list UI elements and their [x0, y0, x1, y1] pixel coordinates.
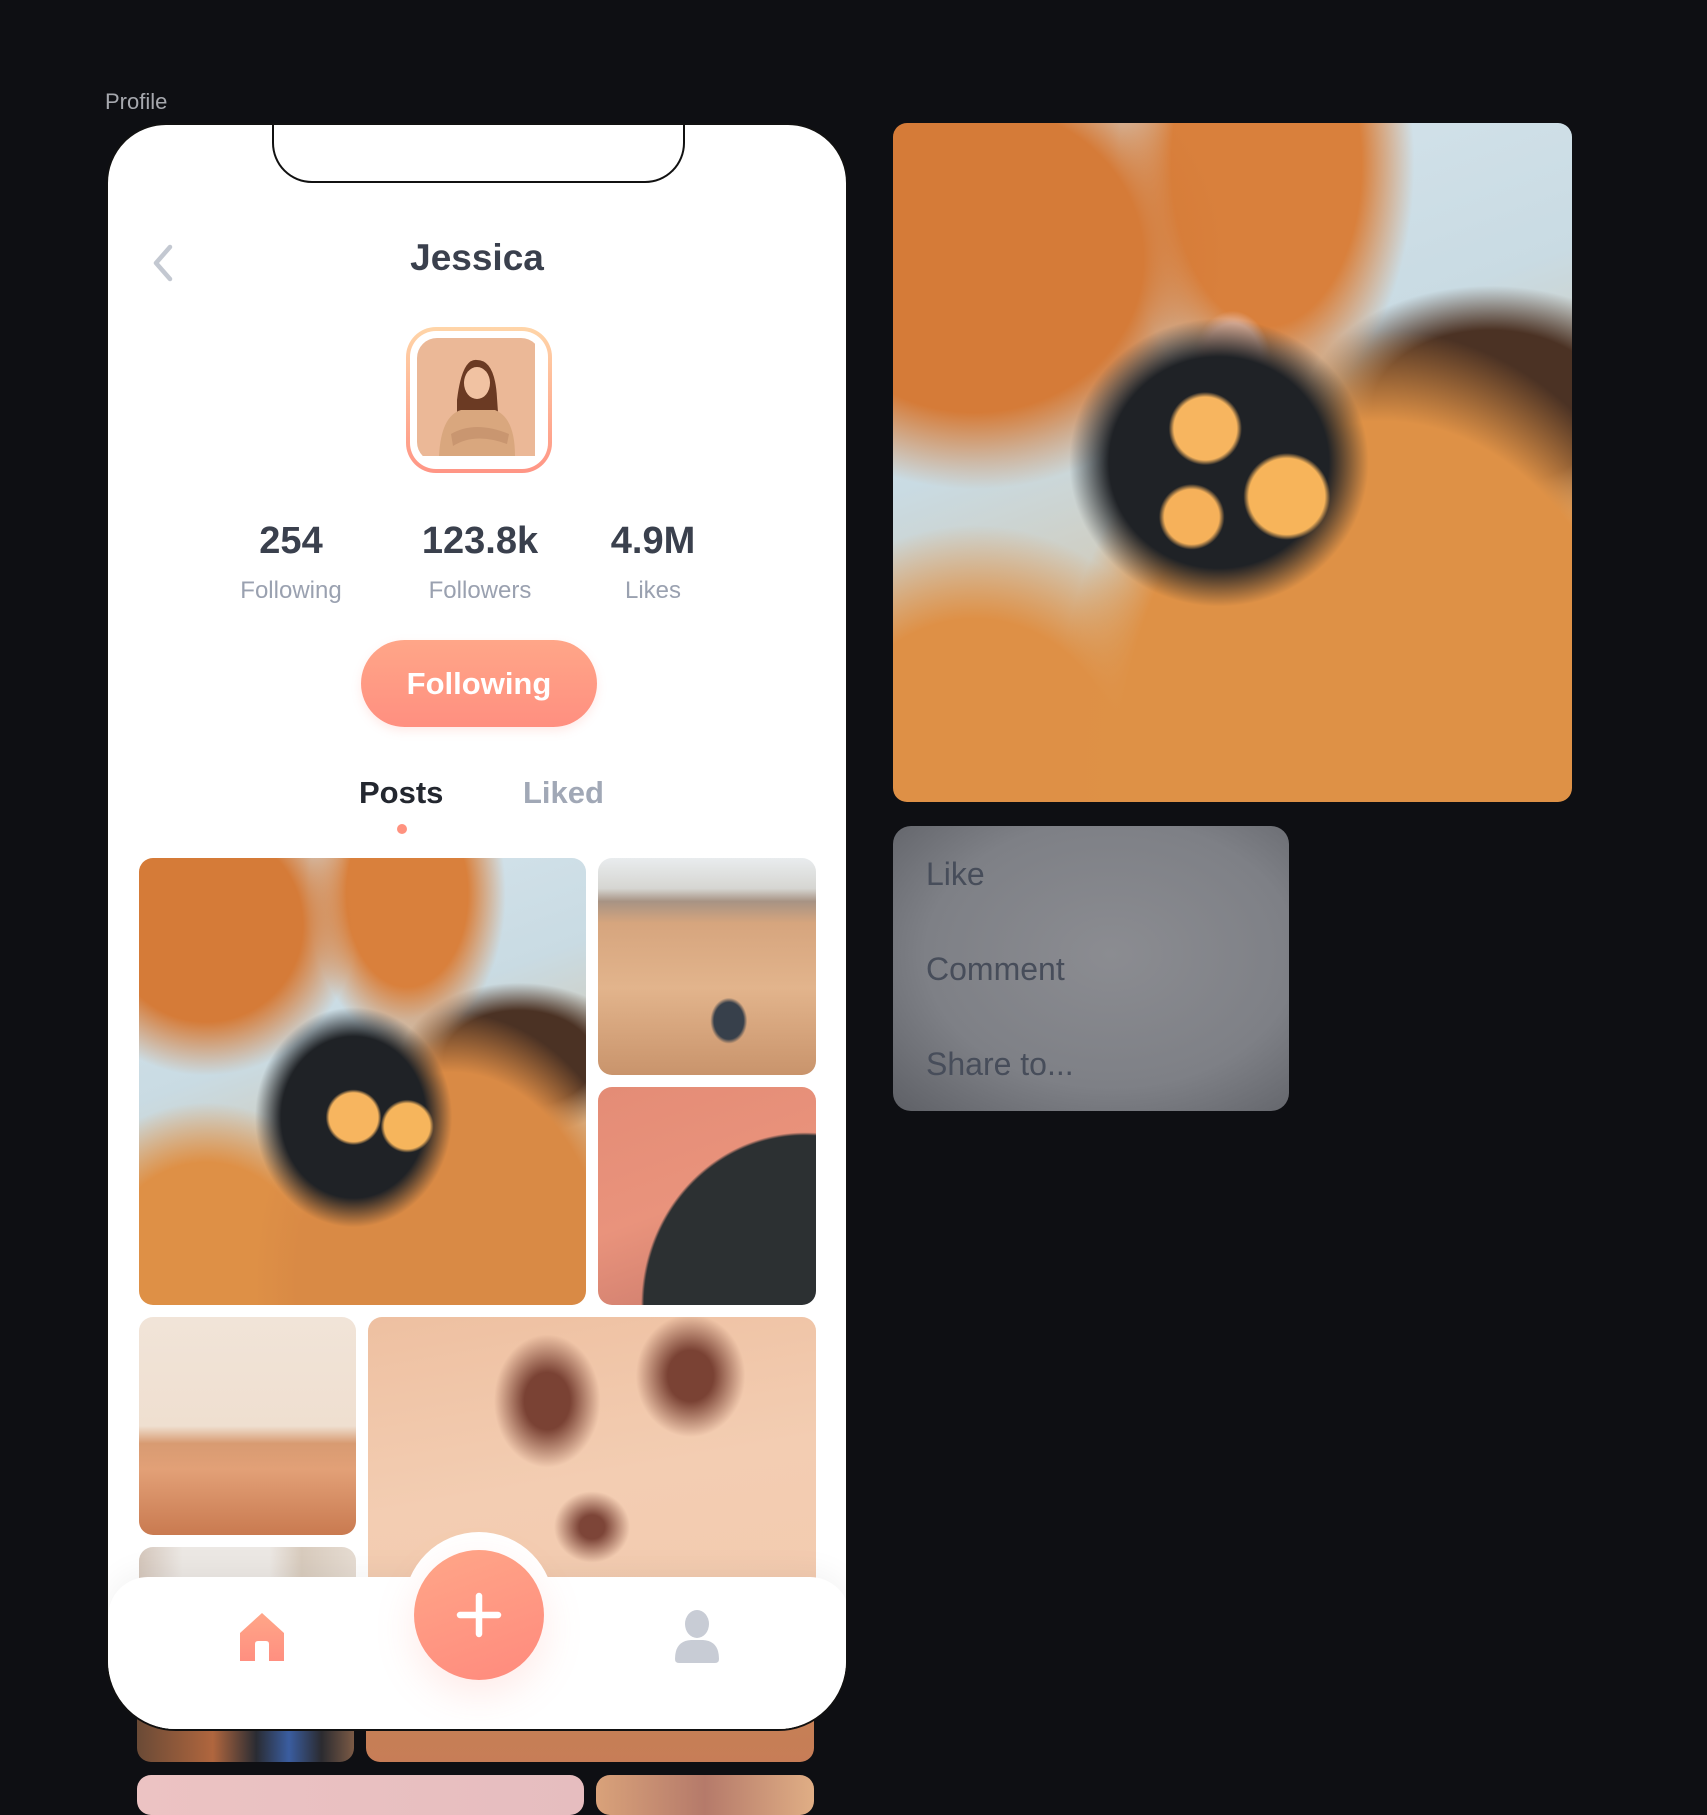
- avatar[interactable]: [406, 327, 552, 473]
- menu-item-share[interactable]: Share to...: [926, 1046, 1074, 1083]
- page-title: Jessica: [410, 237, 544, 278]
- nav-profile-button[interactable]: [673, 1609, 721, 1665]
- nav-home-button[interactable]: [236, 1611, 288, 1663]
- add-post-button[interactable]: [414, 1550, 544, 1680]
- post-thumbnail[interactable]: [139, 858, 586, 1305]
- device-notch: [272, 125, 685, 183]
- stat-label: Likes: [624, 577, 682, 604]
- menu-item-like[interactable]: Like: [926, 856, 985, 893]
- stat-value: 123.8k: [421, 520, 539, 562]
- post-thumbnail[interactable]: [598, 1087, 816, 1305]
- tab-posts[interactable]: Posts: [359, 775, 443, 811]
- menu-item-comment[interactable]: Comment: [926, 951, 1065, 988]
- plus-icon: [456, 1592, 502, 1638]
- home-icon: [240, 1613, 284, 1661]
- peek-photo-sand: [596, 1775, 814, 1815]
- stat-value: 4.9M: [610, 520, 696, 562]
- avatar-image: [417, 338, 541, 462]
- frame-label: Profile: [105, 89, 168, 114]
- phone-screen: Jessica 254 Following 123.8k Followers 4…: [106, 123, 848, 1731]
- post-thumbnail[interactable]: [598, 858, 816, 1075]
- stat-followers[interactable]: 123.8k Followers: [400, 520, 560, 605]
- post-thumbnail[interactable]: [139, 1317, 356, 1535]
- stat-likes[interactable]: 4.9M Likes: [573, 520, 733, 605]
- post-context-menu: Like Comment Share to...: [893, 826, 1289, 1111]
- stat-value: 254: [259, 520, 323, 562]
- peek-photo-pink: [137, 1775, 584, 1815]
- user-icon: [675, 1610, 719, 1663]
- tab-liked[interactable]: Liked: [523, 775, 604, 811]
- post-preview-image[interactable]: [893, 123, 1572, 802]
- stat-label: Followers: [428, 577, 532, 604]
- following-button[interactable]: Following: [361, 640, 597, 727]
- active-tab-indicator: [397, 824, 407, 834]
- stat-following[interactable]: 254 Following: [211, 520, 371, 605]
- stat-label: Following: [240, 577, 342, 604]
